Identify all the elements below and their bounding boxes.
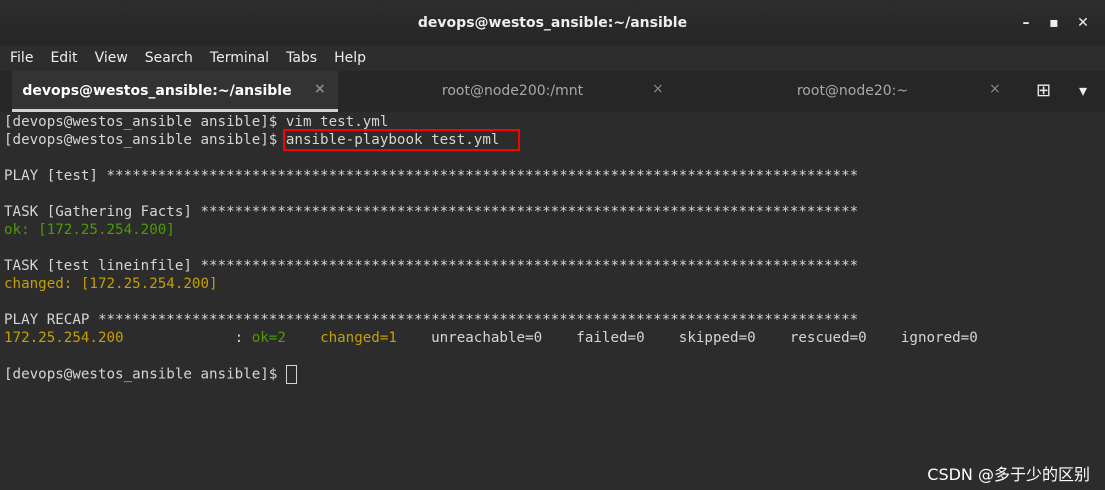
tab-close-icon[interactable]: × xyxy=(652,81,664,97)
tab-close-icon[interactable]: × xyxy=(989,81,1001,97)
text-cursor xyxy=(285,365,297,384)
terminal-line: [devops@westos_ansible ansible]$ ansible… xyxy=(4,129,521,151)
new-tab-icon[interactable]: ⊞ xyxy=(1036,80,1051,101)
tab-close-icon[interactable]: × xyxy=(314,81,326,97)
tab-devops[interactable]: devops@westos_ansible:~/ansible × xyxy=(12,71,338,112)
maximize-button[interactable]: ▪ xyxy=(1044,13,1064,33)
tab-label: devops@westos_ansible:~/ansible xyxy=(22,83,292,99)
tab-bar: devops@westos_ansible:~/ansible × root@n… xyxy=(0,71,1105,112)
menu-help[interactable]: Help xyxy=(327,50,373,66)
recap-changed: changed=1 xyxy=(320,330,397,346)
window-title: devops@westos_ansible:~/ansible xyxy=(417,15,688,31)
recap-gap xyxy=(286,330,320,346)
menu-bar: File Edit View Search Terminal Tabs Help xyxy=(0,45,1105,71)
command: vim test.yml xyxy=(285,114,389,130)
menu-terminal[interactable]: Terminal xyxy=(203,50,276,66)
recap-ok: ok=2 xyxy=(251,330,286,346)
menu-file[interactable]: File xyxy=(3,50,40,66)
task-header: TASK [Gathering Facts] *****************… xyxy=(4,204,859,220)
prompt: [devops@westos_ansible ansible]$ xyxy=(4,366,286,383)
task-header: TASK [test lineinfile] *****************… xyxy=(4,258,859,274)
prompt: [devops@westos_ansible ansible]$ xyxy=(4,132,286,148)
recap-counts: unreachable=0 failed=0 skipped=0 rescued… xyxy=(396,330,978,346)
highlighted-command: ansible-playbook test.yml xyxy=(282,129,521,151)
tab-node20[interactable]: root@node20:~ × xyxy=(680,71,1010,112)
menu-tabs[interactable]: Tabs xyxy=(279,50,324,66)
menu-edit[interactable]: Edit xyxy=(43,50,84,66)
terminal-line: [devops@westos_ansible ansible]$ vim tes… xyxy=(4,113,388,131)
tab-label: root@node200:/mnt xyxy=(441,83,584,99)
prompt: [devops@westos_ansible ansible]$ xyxy=(4,114,286,130)
menu-view[interactable]: View xyxy=(88,50,135,66)
recap-line: 172.25.254.200 : ok=2 changed=1 unreacha… xyxy=(4,329,978,347)
recap-header: PLAY RECAP *****************************… xyxy=(4,312,859,328)
task-result-ok: ok: [172.25.254.200] xyxy=(4,222,175,238)
task-result-changed: changed: [172.25.254.200] xyxy=(4,276,218,292)
title-bar: devops@westos_ansible:~/ansible – ▪ ✕ xyxy=(0,0,1105,45)
terminal-area[interactable]: [devops@westos_ansible ansible]$ vim tes… xyxy=(0,112,1105,490)
tabs-dropdown-icon[interactable]: ▾ xyxy=(1079,81,1087,100)
terminal-line: [devops@westos_ansible ansible]$ xyxy=(4,365,297,384)
menu-search[interactable]: Search xyxy=(138,50,200,66)
tab-label: root@node20:~ xyxy=(796,83,909,99)
watermark: CSDN @多于少的区别 xyxy=(927,465,1090,484)
minimize-button[interactable]: – xyxy=(1016,13,1036,33)
play-header: PLAY [test] ****************************… xyxy=(4,168,859,184)
close-window-button[interactable]: ✕ xyxy=(1073,13,1093,33)
recap-host: 172.25.254.200 xyxy=(4,330,124,346)
tab-node200[interactable]: root@node200:/mnt × xyxy=(345,71,675,112)
recap-separator: : xyxy=(123,330,252,346)
